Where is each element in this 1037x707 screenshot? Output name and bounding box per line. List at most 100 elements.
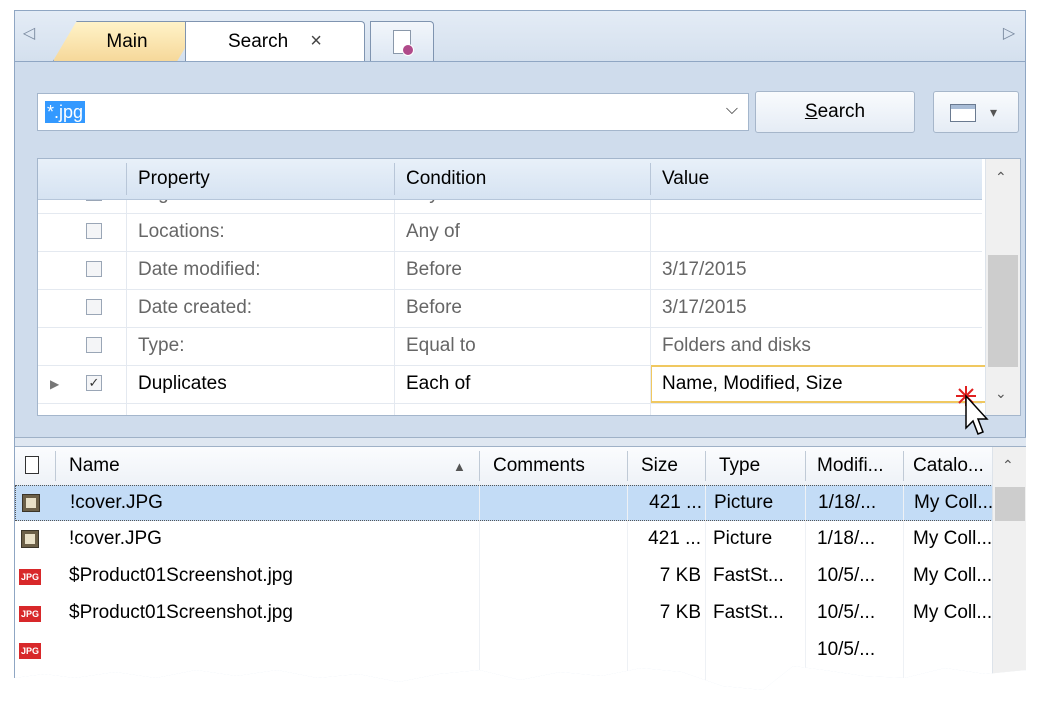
current-row-icon: ▶: [50, 377, 60, 391]
results-scrollbar[interactable]: ⌃: [992, 447, 1026, 690]
search-button[interactable]: Search: [755, 91, 915, 133]
cell-name: $Product01Screenshot.jpg: [69, 565, 293, 586]
criteria-row[interactable]: Date created: Before 3/17/2015: [38, 289, 982, 328]
chevron-down-icon[interactable]: ⌵: [726, 101, 738, 119]
table-row[interactable]: JPG 10/5/...: [15, 633, 993, 669]
new-document-icon: [393, 29, 414, 56]
search-button-accel: S: [804, 101, 818, 122]
table-row[interactable]: !cover.JPG 421 ... Picture 1/18/... My Coll.…: [15, 485, 993, 521]
picture-icon: [21, 530, 39, 548]
scroll-thumb[interactable]: [988, 255, 1018, 367]
criteria-value: 3/17/2015: [662, 259, 747, 280]
column-catalog[interactable]: Catalo...: [913, 455, 984, 477]
cell-modified: 10/5/...: [817, 602, 876, 623]
results-list: Name ▲ Comments Size Type Modifi... Cata…: [15, 447, 1026, 690]
tab-search-label: Search: [228, 30, 289, 52]
criteria-row[interactable]: ▶ ✓ Duplicates Each of Name, Modified, Size: [38, 365, 996, 404]
criteria-condition: Each of: [406, 373, 471, 394]
cell-name: !cover.JPG: [69, 528, 162, 549]
header-divider: [479, 451, 480, 481]
criteria-checkbox[interactable]: [86, 261, 102, 277]
criteria-value: Name, Modified, Size: [662, 373, 843, 394]
header-divider: [55, 451, 56, 481]
header-divider: [650, 163, 651, 195]
table-row[interactable]: !cover.JPG 421 ... Picture 1/18/... My Coll.…: [15, 522, 993, 558]
cell-catalog: My Coll...: [913, 565, 993, 586]
search-input[interactable]: *.jpg ⌵: [37, 93, 749, 131]
header-divider: [627, 451, 628, 481]
tab-scroll-left-icon[interactable]: ◁: [19, 23, 39, 43]
criteria-checkbox[interactable]: ✓: [86, 375, 102, 391]
criteria-property: Date modified:: [138, 259, 261, 280]
cell-type: FastSt...: [713, 602, 784, 623]
cell-catalog: My Coll...: [913, 602, 993, 623]
file-type-icon: [25, 456, 39, 474]
criteria-row[interactable]: Type: Equal to Folders and disks: [38, 327, 982, 366]
sort-ascending-icon: ▲: [453, 459, 466, 474]
cell-catalog: My Coll...: [913, 528, 993, 549]
criteria-condition: Before: [406, 259, 462, 280]
cell-modified: 1/18/...: [817, 528, 876, 549]
cell-type: FastSt...: [713, 565, 784, 586]
cell-size: 7 KB: [659, 602, 701, 623]
search-window: ◁ Main Search × ▷ *.jpg ⌵ Search ▾ Tags:…: [14, 10, 1026, 690]
new-search-tab[interactable]: [370, 21, 434, 61]
criteria-property: Duplicates: [138, 373, 227, 394]
cell-type: Picture: [713, 528, 773, 549]
header-divider: [805, 451, 806, 481]
dropdown-arrow-icon: ▾: [990, 104, 998, 120]
jpg-icon: JPG: [19, 643, 41, 659]
scroll-thumb[interactable]: [995, 487, 1025, 521]
mouse-pointer-icon: [956, 386, 989, 435]
criteria-grid: Tags:Any ofLocations:Any ofDate modified…: [37, 158, 1021, 416]
scroll-up-icon[interactable]: ⌃: [1002, 457, 1014, 474]
jpg-icon: JPG: [19, 569, 41, 585]
column-condition[interactable]: Condition: [406, 168, 486, 190]
criteria-scrollbar[interactable]: ⌃ ⌄: [985, 159, 1020, 415]
view-options-button[interactable]: ▾: [933, 91, 1019, 133]
grid-line: [903, 485, 904, 690]
criteria-value: Folders and disks: [662, 335, 811, 356]
search-query-text: *.jpg: [45, 101, 86, 123]
tab-scroll-right-icon[interactable]: ▷: [999, 23, 1019, 43]
picture-icon: [22, 494, 40, 512]
table-row[interactable]: JPG $Product01Screenshot.jpg 7 KB FastSt...…: [15, 596, 993, 632]
scroll-up-icon[interactable]: ⌃: [995, 169, 1007, 186]
header-divider: [903, 451, 904, 481]
criteria-checkbox[interactable]: [86, 299, 102, 315]
cell-modified: 10/5/...: [817, 639, 876, 660]
criteria-condition: Equal to: [406, 335, 476, 356]
criteria-property: Locations:: [138, 221, 225, 242]
tab-strip: ◁ Main Search × ▷: [15, 11, 1025, 62]
cell-size: 7 KB: [659, 565, 701, 586]
column-comments[interactable]: Comments: [493, 455, 585, 477]
column-type[interactable]: Type: [719, 455, 760, 477]
column-name[interactable]: Name: [69, 455, 120, 477]
cell-modified: 1/18/...: [818, 492, 877, 513]
cell-catalog: My Coll...: [914, 492, 994, 513]
column-value[interactable]: Value: [662, 168, 709, 190]
header-divider: [126, 163, 127, 195]
search-button-label: earch: [817, 101, 866, 122]
criteria-property: Type:: [138, 335, 185, 356]
criteria-condition: Any of: [406, 221, 460, 242]
criteria-header: Property Condition Value: [38, 159, 982, 200]
criteria-property: Date created:: [138, 297, 253, 318]
table-row[interactable]: JPG $Product01Screenshot.jpg 7 KB FastSt...…: [15, 559, 993, 595]
criteria-checkbox[interactable]: [86, 337, 102, 353]
column-modified[interactable]: Modifi...: [817, 455, 884, 477]
criteria-checkbox[interactable]: [86, 223, 102, 239]
tab-main-label: Main: [106, 30, 148, 52]
column-property[interactable]: Property: [138, 168, 210, 190]
pane-splitter[interactable]: [15, 437, 1026, 447]
scroll-down-icon[interactable]: ⌄: [995, 385, 1007, 402]
close-tab-icon[interactable]: ×: [310, 30, 322, 53]
cell-modified: 10/5/...: [817, 565, 876, 586]
criteria-row[interactable]: Date modified: Before 3/17/2015: [38, 251, 982, 290]
column-size[interactable]: Size: [641, 455, 678, 477]
tab-main[interactable]: Main: [53, 21, 201, 61]
tab-search[interactable]: Search ×: [185, 21, 365, 61]
grid-line: [627, 485, 628, 690]
criteria-row[interactable]: Locations: Any of: [38, 213, 982, 252]
jpg-icon: JPG: [19, 606, 41, 622]
